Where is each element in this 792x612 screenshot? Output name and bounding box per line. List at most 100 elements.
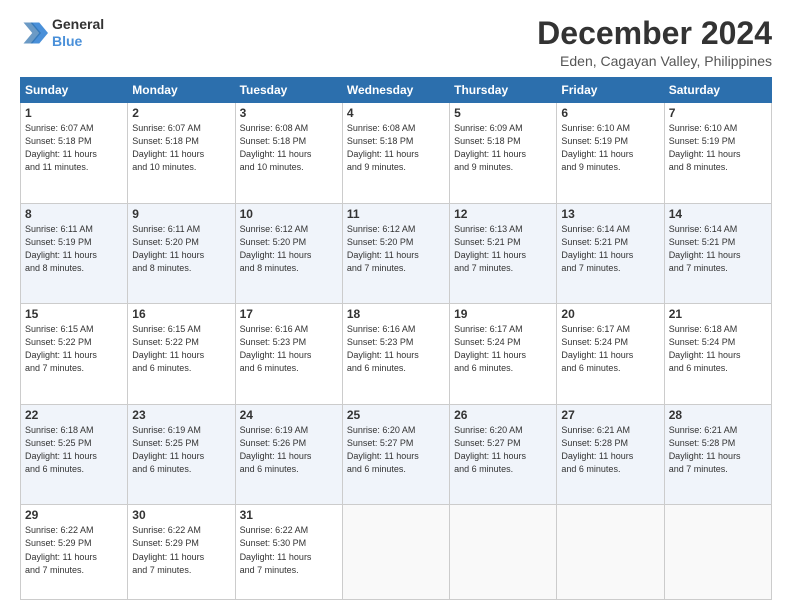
table-row: 22 Sunrise: 6:18 AMSunset: 5:25 PMDayligh… — [21, 404, 128, 505]
header-monday: Monday — [128, 78, 235, 103]
table-row: 19 Sunrise: 6:17 AMSunset: 5:24 PMDayligh… — [450, 304, 557, 405]
calendar-week-row: 15 Sunrise: 6:15 AMSunset: 5:22 PMDayligh… — [21, 304, 772, 405]
header-tuesday: Tuesday — [235, 78, 342, 103]
day-number: 21 — [669, 307, 767, 321]
day-info: Sunrise: 6:13 AMSunset: 5:21 PMDaylight:… — [454, 223, 552, 275]
day-number: 10 — [240, 207, 338, 221]
table-row: 3Sunrise: 6:08 AMSunset: 5:18 PMDaylight… — [235, 103, 342, 204]
day-info: Sunrise: 6:16 AMSunset: 5:23 PMDaylight:… — [347, 323, 445, 375]
table-row: 21 Sunrise: 6:18 AMSunset: 5:24 PMDayligh… — [664, 304, 771, 405]
header-sunday: Sunday — [21, 78, 128, 103]
day-info: Sunrise: 6:17 AMSunset: 5:24 PMDaylight:… — [561, 323, 659, 375]
table-row — [342, 505, 449, 600]
day-number: 8 — [25, 207, 123, 221]
table-row: 15Sunrise: 6:15 AMSunset: 5:22 PMDayligh… — [21, 304, 128, 405]
table-row: 7 Sunrise: 6:10 AMSunset: 5:19 PMDaylight… — [664, 103, 771, 204]
day-info: Sunrise: 6:22 AMSunset: 5:29 PMDaylight:… — [132, 524, 230, 576]
title-block: December 2024 Eden, Cagayan Valley, Phil… — [537, 16, 772, 69]
day-number: 16 — [132, 307, 230, 321]
table-row: 4 Sunrise: 6:08 AMSunset: 5:18 PMDaylight… — [342, 103, 449, 204]
table-row: 14 Sunrise: 6:14 AMSunset: 5:21 PMDayligh… — [664, 203, 771, 304]
table-row: 24Sunrise: 6:19 AMSunset: 5:26 PMDayligh… — [235, 404, 342, 505]
calendar-week-row: 29 Sunrise: 6:22 AMSunset: 5:29 PMDayligh… — [21, 505, 772, 600]
day-number: 20 — [561, 307, 659, 321]
subtitle: Eden, Cagayan Valley, Philippines — [537, 53, 772, 69]
day-number: 23 — [132, 408, 230, 422]
table-row: 2Sunrise: 6:07 AMSunset: 5:18 PMDaylight… — [128, 103, 235, 204]
day-number: 4 — [347, 106, 445, 120]
table-row: 26 Sunrise: 6:20 AMSunset: 5:27 PMDayligh… — [450, 404, 557, 505]
day-number: 13 — [561, 207, 659, 221]
day-number: 27 — [561, 408, 659, 422]
day-number: 25 — [347, 408, 445, 422]
day-info: Sunrise: 6:14 AMSunset: 5:21 PMDaylight:… — [561, 223, 659, 275]
table-row: 27 Sunrise: 6:21 AMSunset: 5:28 PMDayligh… — [557, 404, 664, 505]
calendar-week-row: 22 Sunrise: 6:18 AMSunset: 5:25 PMDayligh… — [21, 404, 772, 505]
day-number: 6 — [561, 106, 659, 120]
weekday-header-row: Sunday Monday Tuesday Wednesday Thursday… — [21, 78, 772, 103]
day-info: Sunrise: 6:15 AMSunset: 5:22 PMDaylight:… — [132, 323, 230, 375]
day-number: 26 — [454, 408, 552, 422]
day-number: 28 — [669, 408, 767, 422]
table-row: 23 Sunrise: 6:19 AMSunset: 5:25 PMDayligh… — [128, 404, 235, 505]
day-info: Sunrise: 6:10 AMSunset: 5:19 PMDaylight:… — [669, 122, 767, 174]
day-info: Sunrise: 6:11 AMSunset: 5:20 PMDaylight:… — [132, 223, 230, 275]
table-row: 13 Sunrise: 6:14 AMSunset: 5:21 PMDayligh… — [557, 203, 664, 304]
calendar-week-row: 1Sunrise: 6:07 AMSunset: 5:18 PMDaylight… — [21, 103, 772, 204]
day-info: Sunrise: 6:20 AMSunset: 5:27 PMDaylight:… — [347, 424, 445, 476]
day-number: 22 — [25, 408, 123, 422]
header-saturday: Saturday — [664, 78, 771, 103]
day-info: Sunrise: 6:18 AMSunset: 5:24 PMDaylight:… — [669, 323, 767, 375]
day-info: Sunrise: 6:21 AMSunset: 5:28 PMDaylight:… — [669, 424, 767, 476]
day-number: 12 — [454, 207, 552, 221]
day-number: 19 — [454, 307, 552, 321]
header-wednesday: Wednesday — [342, 78, 449, 103]
day-info: Sunrise: 6:14 AMSunset: 5:21 PMDaylight:… — [669, 223, 767, 275]
day-info: Sunrise: 6:18 AMSunset: 5:25 PMDaylight:… — [25, 424, 123, 476]
day-info: Sunrise: 6:17 AMSunset: 5:24 PMDaylight:… — [454, 323, 552, 375]
table-row: 30Sunrise: 6:22 AMSunset: 5:29 PMDayligh… — [128, 505, 235, 600]
day-number: 1 — [25, 106, 123, 120]
day-number: 17 — [240, 307, 338, 321]
day-info: Sunrise: 6:08 AMSunset: 5:18 PMDaylight:… — [347, 122, 445, 174]
header-friday: Friday — [557, 78, 664, 103]
table-row: 12 Sunrise: 6:13 AMSunset: 5:21 PMDayligh… — [450, 203, 557, 304]
table-row — [557, 505, 664, 600]
table-row: 29Sunrise: 6:22 AMSunset: 5:29 PMDayligh… — [21, 505, 128, 600]
table-row: 17 Sunrise: 6:16 AMSunset: 5:23 PMDayligh… — [235, 304, 342, 405]
table-row — [450, 505, 557, 600]
logo: General Blue — [20, 16, 104, 50]
day-info: Sunrise: 6:16 AMSunset: 5:23 PMDaylight:… — [240, 323, 338, 375]
page: General Blue December 2024 Eden, Cagayan… — [0, 0, 792, 612]
day-info: Sunrise: 6:08 AMSunset: 5:18 PMDaylight:… — [240, 122, 338, 174]
day-info: Sunrise: 6:19 AMSunset: 5:25 PMDaylight:… — [132, 424, 230, 476]
table-row: 5Sunrise: 6:09 AMSunset: 5:18 PMDaylight… — [450, 103, 557, 204]
calendar-week-row: 8 Sunrise: 6:11 AMSunset: 5:19 PMDaylight… — [21, 203, 772, 304]
day-number: 14 — [669, 207, 767, 221]
table-row: 16 Sunrise: 6:15 AMSunset: 5:22 PMDayligh… — [128, 304, 235, 405]
table-row: 18Sunrise: 6:16 AMSunset: 5:23 PMDayligh… — [342, 304, 449, 405]
table-row: 1Sunrise: 6:07 AMSunset: 5:18 PMDaylight… — [21, 103, 128, 204]
table-row — [664, 505, 771, 600]
day-number: 5 — [454, 106, 552, 120]
table-row: 10 Sunrise: 6:12 AMSunset: 5:20 PMDayligh… — [235, 203, 342, 304]
day-info: Sunrise: 6:19 AMSunset: 5:26 PMDaylight:… — [240, 424, 338, 476]
day-number: 31 — [240, 508, 338, 522]
day-info: Sunrise: 6:11 AMSunset: 5:19 PMDaylight:… — [25, 223, 123, 275]
day-number: 29 — [25, 508, 123, 522]
day-number: 11 — [347, 207, 445, 221]
day-info: Sunrise: 6:20 AMSunset: 5:27 PMDaylight:… — [454, 424, 552, 476]
logo-line2: Blue — [52, 33, 82, 49]
table-row: 11Sunrise: 6:12 AMSunset: 5:20 PMDayligh… — [342, 203, 449, 304]
day-info: Sunrise: 6:10 AMSunset: 5:19 PMDaylight:… — [561, 122, 659, 174]
table-row: 25 Sunrise: 6:20 AMSunset: 5:27 PMDayligh… — [342, 404, 449, 505]
day-number: 15 — [25, 307, 123, 321]
day-info: Sunrise: 6:21 AMSunset: 5:28 PMDaylight:… — [561, 424, 659, 476]
day-number: 7 — [669, 106, 767, 120]
table-row: 8 Sunrise: 6:11 AMSunset: 5:19 PMDaylight… — [21, 203, 128, 304]
calendar-table: Sunday Monday Tuesday Wednesday Thursday… — [20, 77, 772, 600]
day-number: 9 — [132, 207, 230, 221]
month-title: December 2024 — [537, 16, 772, 51]
day-info: Sunrise: 6:12 AMSunset: 5:20 PMDaylight:… — [240, 223, 338, 275]
logo-icon — [20, 19, 48, 47]
